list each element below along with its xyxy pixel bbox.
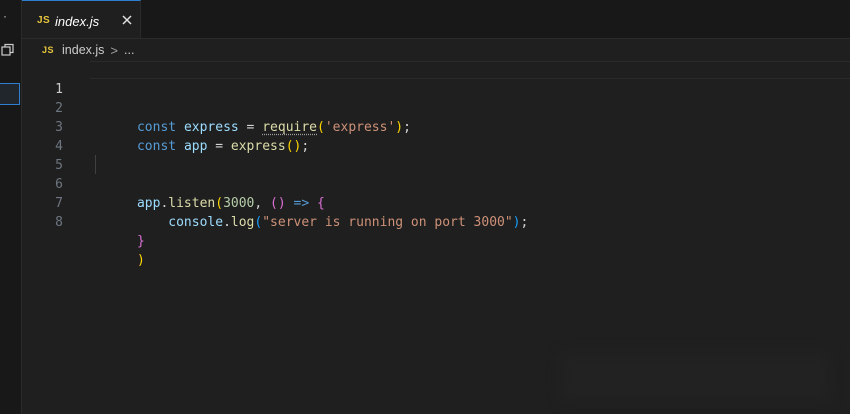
bracket: ) — [136, 253, 145, 268]
string-literal: 'express' — [324, 120, 396, 135]
js-file-icon: JS — [42, 45, 55, 55]
restore-window-icon[interactable] — [1, 43, 15, 57]
breadcrumb[interactable]: JS index.js > ... — [42, 42, 134, 58]
bracket: ( — [317, 120, 325, 135]
close-icon[interactable] — [120, 13, 134, 27]
js-file-icon: JS — [37, 15, 51, 26]
code-line[interactable]: 5 app.listen(3000, () => { — [22, 137, 325, 211]
blurred-region — [560, 352, 830, 402]
activity-strip: · — [0, 0, 22, 414]
bracket: ) — [395, 120, 404, 135]
semicolon: ; — [301, 139, 310, 154]
code-line[interactable]: 6 console.log("server is running on port… — [22, 156, 528, 230]
dot: . — [223, 215, 231, 230]
more-icon[interactable]: · — [3, 10, 7, 22]
tab-bar: JS index.js — [22, 0, 850, 39]
code-line[interactable]: 7 } — [22, 175, 145, 249]
tab-label: index.js — [55, 14, 100, 29]
code-line[interactable]: 3 — [22, 99, 63, 135]
code-line[interactable]: 1 const express = require('express'); — [22, 61, 411, 135]
keyword: const — [136, 139, 177, 154]
tab-index-js[interactable]: JS index.js — [22, 0, 141, 38]
bracket: () — [285, 139, 302, 154]
identifier: console — [168, 215, 224, 230]
current-line-highlight — [90, 61, 850, 79]
code-line[interactable]: 2 const app = express(); — [22, 80, 309, 154]
breadcrumb-symbols[interactable]: ... — [124, 43, 134, 57]
breadcrumb-file[interactable]: index.js — [62, 43, 104, 57]
chevron-right-icon: > — [110, 42, 118, 58]
semicolon: ; — [403, 120, 411, 135]
code-line[interactable]: 4 — [22, 118, 63, 154]
identifier: app — [183, 139, 208, 154]
semicolon: ; — [520, 215, 529, 230]
function-name: express — [230, 139, 286, 154]
string-literal: "server is running on port 3000" — [262, 215, 513, 230]
line-number: 8 — [55, 215, 63, 230]
code-line[interactable]: 8 ) — [22, 194, 145, 268]
selected-item-outline[interactable] — [0, 83, 20, 105]
bracket: ) — [512, 215, 521, 230]
function-name: log — [230, 215, 255, 230]
operator: = — [207, 139, 231, 154]
